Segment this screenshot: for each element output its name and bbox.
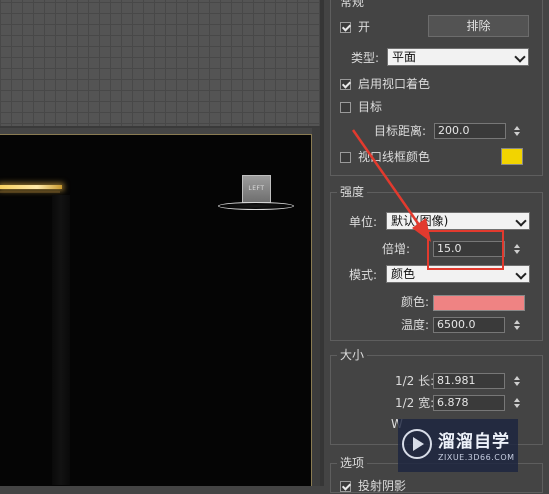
watermark-url: ZIXUE.3D66.COM [438,453,515,462]
play-logo-icon [402,429,432,459]
watermark-title: 溜溜自学 [438,432,510,452]
watermark: 溜溜自学 ZIXUE.3D66.COM [398,419,518,472]
annotation-highlight-box [427,230,504,270]
